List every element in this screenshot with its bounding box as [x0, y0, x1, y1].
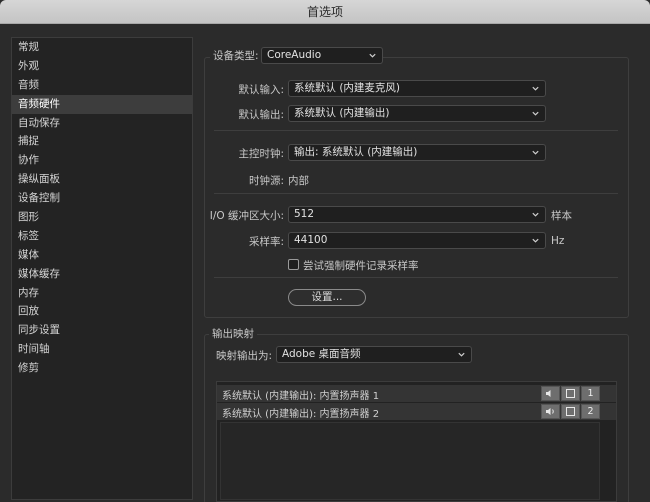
output-mapping-title: 输出映射	[209, 326, 257, 341]
channel-number: 1	[581, 386, 600, 401]
sidebar-item-sync-settings[interactable]: 同步设置	[12, 321, 192, 340]
buffer-size-unit: 样本	[551, 210, 572, 222]
divider	[214, 277, 618, 278]
sample-rate-value: 44100	[294, 234, 328, 246]
pin-icon[interactable]	[561, 386, 580, 401]
device-type-label: 设备类型:	[210, 48, 262, 63]
preferences-sidebar[interactable]: 常规 外观 音频 音频硬件 自动保存 捕捉 协作 操纵面板 设备控制 图形 标签…	[11, 37, 193, 500]
clock-source-value: 内部	[288, 175, 309, 187]
sidebar-item-labels[interactable]: 标签	[12, 227, 192, 246]
mapping-empty-area	[220, 422, 600, 500]
sample-rate-unit: Hz	[551, 235, 565, 247]
chevron-down-icon	[532, 150, 539, 155]
map-output-label: 映射输出为:	[216, 350, 273, 362]
force-sample-rate-checkbox[interactable]	[288, 259, 299, 270]
buffer-size-value: 512	[294, 208, 315, 220]
map-output-dropdown[interactable]: Adobe 桌面音频	[276, 346, 472, 363]
chevron-down-icon	[369, 53, 376, 58]
chevron-down-icon	[458, 352, 465, 357]
output-mapping-list[interactable]: 系统默认 (内建输出): 内置扬声器 1 1 系统默认 (内建输出): 内置扬声…	[216, 381, 617, 502]
sidebar-item-audio[interactable]: 音频	[12, 76, 192, 95]
divider	[214, 193, 618, 194]
default-output-dropdown[interactable]: 系统默认 (内建输出)	[288, 105, 546, 122]
sidebar-item-appearance[interactable]: 外观	[12, 57, 192, 76]
default-output-label: 默认输出:	[238, 109, 284, 121]
sidebar-item-playback[interactable]: 回放	[12, 302, 192, 321]
clock-source-label: 时钟源:	[248, 175, 284, 187]
map-output-value: Adobe 桌面音频	[282, 348, 361, 360]
default-input-value: 系统默认 (内建麦克风)	[294, 82, 401, 94]
sidebar-item-media-cache[interactable]: 媒体缓存	[12, 265, 192, 284]
default-output-value: 系统默认 (内建输出)	[294, 107, 390, 119]
sidebar-item-device-control[interactable]: 设备控制	[12, 189, 192, 208]
device-type-value: CoreAudio	[267, 49, 322, 61]
chevron-down-icon	[532, 238, 539, 243]
sidebar-item-audio-hardware[interactable]: 音频硬件	[12, 94, 192, 114]
speaker-icon[interactable]	[541, 404, 560, 419]
master-clock-value: 输出: 系统默认 (内建输出)	[294, 146, 418, 158]
sidebar-item-control-surface[interactable]: 操纵面板	[12, 170, 192, 189]
sidebar-item-graphics[interactable]: 图形	[12, 208, 192, 227]
force-sample-rate-label: 尝试强制硬件记录采样率	[303, 260, 419, 272]
channel-number: 2	[581, 404, 600, 419]
channel-label: 系统默认 (内建输出): 内置扬声器 1	[222, 391, 380, 402]
list-item[interactable]: 系统默认 (内建输出): 内置扬声器 1 1	[217, 385, 616, 402]
sidebar-item-general[interactable]: 常规	[12, 38, 192, 57]
default-input-label: 默认输入:	[238, 84, 284, 96]
sidebar-item-trim[interactable]: 修剪	[12, 359, 192, 378]
channel-label: 系统默认 (内建输出): 内置扬声器 2	[222, 409, 380, 420]
window-titlebar: 首选项	[0, 0, 650, 24]
chevron-down-icon	[532, 212, 539, 217]
divider	[214, 130, 618, 131]
master-clock-label: 主控时钟:	[238, 148, 284, 160]
sidebar-item-media[interactable]: 媒体	[12, 246, 192, 265]
master-clock-dropdown[interactable]: 输出: 系统默认 (内建输出)	[288, 144, 546, 161]
chevron-down-icon	[532, 111, 539, 116]
sample-rate-dropdown[interactable]: 44100	[288, 232, 546, 249]
sidebar-item-timeline[interactable]: 时间轴	[12, 340, 192, 359]
speaker-icon[interactable]	[541, 386, 560, 401]
sidebar-item-memory[interactable]: 内存	[12, 284, 192, 303]
device-type-dropdown[interactable]: CoreAudio	[261, 47, 383, 64]
buffer-size-dropdown[interactable]: 512	[288, 206, 546, 223]
sample-rate-label: 采样率:	[248, 236, 284, 248]
list-item[interactable]: 系统默认 (内建输出): 内置扬声器 2 2	[217, 403, 616, 420]
window-title: 首选项	[306, 5, 343, 19]
sidebar-item-capture[interactable]: 捕捉	[12, 132, 192, 151]
buffer-size-label: I/O 缓冲区大小:	[209, 210, 284, 222]
default-input-dropdown[interactable]: 系统默认 (内建麦克风)	[288, 80, 546, 97]
sidebar-item-collaboration[interactable]: 协作	[12, 151, 192, 170]
settings-button[interactable]: 设置...	[288, 289, 366, 306]
pin-icon[interactable]	[561, 404, 580, 419]
sidebar-item-auto-save[interactable]: 自动保存	[12, 114, 192, 133]
chevron-down-icon	[532, 86, 539, 91]
